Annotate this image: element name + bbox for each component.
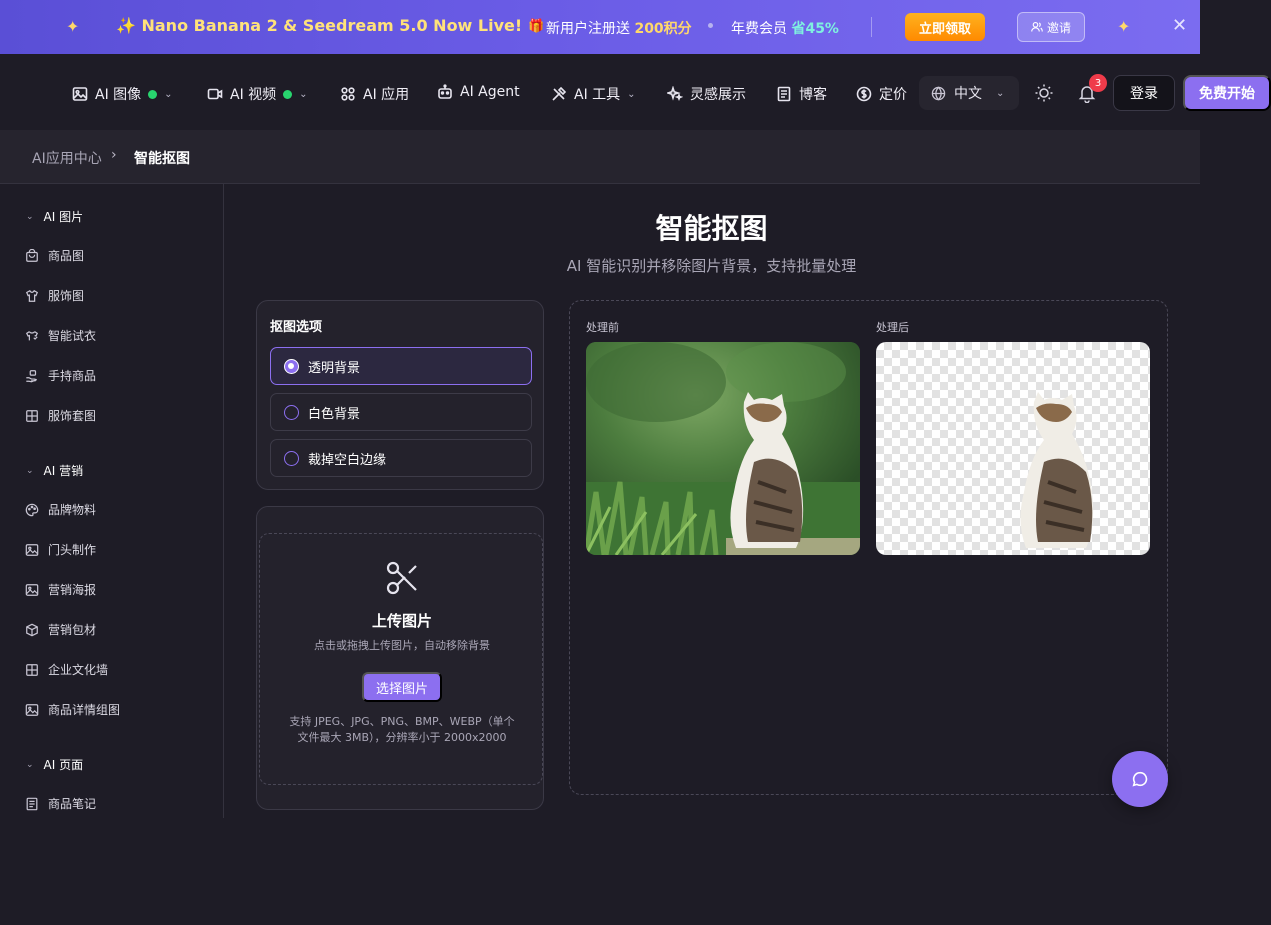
before-label: 处理前 bbox=[586, 321, 619, 334]
select-image-button[interactable]: 选择图片 bbox=[362, 672, 442, 702]
login-button[interactable]: 登录 bbox=[1113, 75, 1175, 111]
nav-item-ai-video[interactable]: AI 视频 ⌄ bbox=[207, 84, 308, 104]
nav-item-ai-apps[interactable]: AI 应用 bbox=[340, 84, 409, 104]
page-subtitle: AI 智能识别并移除图片背景，支持批量处理 bbox=[566, 257, 857, 275]
breadcrumb-parent[interactable]: AI应用中心 bbox=[32, 148, 102, 168]
chevron-down-icon: ⌄ bbox=[996, 87, 1005, 99]
grid-icon bbox=[26, 409, 38, 422]
dollar-icon bbox=[856, 86, 872, 102]
nav-item-ai-agent[interactable]: AI Agent bbox=[437, 84, 520, 100]
upload-dropzone[interactable]: 上传图片 点击或拖拽上传图片，自动移除背景 选择图片 支持 JPEG、JPG、P… bbox=[259, 533, 543, 785]
promo-title: ✨ Nano Banana 2 & Seedream 5.0 Now Live! bbox=[116, 16, 523, 35]
hand-icon bbox=[26, 369, 38, 382]
top-navigation: AI 图像 ⌄ AI 视频 ⌄ AI 应用 AI Agent AI 工具 ⌄ 灵… bbox=[0, 54, 1271, 130]
radio-unselected bbox=[284, 450, 299, 466]
sidebar: ⌄ AI 图片 商品图 服饰图 智能试衣 手持商品 服饰套图 ⌄ AI 营销 品… bbox=[0, 184, 224, 818]
document-icon bbox=[26, 797, 38, 810]
options-title: 抠图选项 bbox=[270, 320, 323, 335]
scissors-icon bbox=[386, 561, 417, 595]
apps-icon bbox=[341, 87, 355, 101]
sparkles-icon bbox=[667, 86, 683, 102]
sidebar-item-product-detail-set[interactable]: 商品详情组图 bbox=[25, 701, 120, 718]
tools-icon bbox=[552, 86, 567, 101]
box-icon bbox=[26, 623, 38, 636]
nav-item-inspiration[interactable]: 灵感展示 bbox=[667, 84, 746, 104]
image-icon bbox=[25, 543, 39, 556]
close-icon[interactable]: ✕ bbox=[1172, 15, 1187, 37]
breadcrumb-current: 智能抠图 bbox=[134, 151, 190, 167]
shirt-icon bbox=[25, 289, 39, 302]
online-dot bbox=[148, 89, 158, 99]
language-selector[interactable]: 中文 ⌄ bbox=[919, 76, 1019, 110]
chevron-down-icon: ⌄ bbox=[164, 88, 173, 100]
cutout-options-panel: 抠图选项 透明背景 白色背景 裁掉空白边缘 bbox=[256, 300, 544, 490]
image-icon bbox=[25, 703, 39, 716]
after-label: 处理后 bbox=[876, 321, 909, 334]
promo-gift-text: 新用户注册送 200积分 bbox=[546, 21, 692, 37]
claim-button[interactable]: 立即领取 bbox=[905, 13, 985, 41]
sparkle-icon: ✦ bbox=[1117, 17, 1131, 36]
promo-divider bbox=[871, 17, 872, 37]
free-start-button[interactable]: 免费开始 bbox=[1183, 75, 1271, 111]
chevron-down-icon: ⌄ bbox=[26, 759, 34, 770]
option-transparent-background[interactable]: 透明背景 bbox=[270, 347, 532, 385]
promo-separator-dot bbox=[708, 23, 713, 28]
after-image bbox=[876, 342, 1150, 555]
sidebar-item-virtual-tryon[interactable]: 智能试衣 bbox=[25, 327, 96, 344]
nav-item-pricing[interactable]: 定价 bbox=[856, 84, 907, 104]
before-image bbox=[586, 342, 860, 555]
chat-button[interactable] bbox=[1112, 751, 1168, 807]
video-icon bbox=[207, 88, 223, 100]
tryon-icon bbox=[25, 330, 39, 340]
sidebar-item-marketing-packaging[interactable]: 营销包材 bbox=[25, 621, 96, 638]
radio-unselected bbox=[284, 404, 299, 420]
page-title: 智能抠图 bbox=[655, 212, 768, 245]
upload-panel: 上传图片 点击或拖拽上传图片，自动移除背景 选择图片 支持 JPEG、JPG、P… bbox=[256, 506, 544, 810]
preview-area: 处理前 处理后 bbox=[569, 300, 1168, 795]
upload-subtitle: 点击或拖拽上传图片，自动移除背景 bbox=[314, 639, 490, 652]
sidebar-item-apparel-set[interactable]: 服饰套图 bbox=[25, 407, 96, 424]
cat-photo bbox=[586, 342, 860, 555]
chat-icon bbox=[1132, 771, 1148, 787]
notification-badge: 3 bbox=[1089, 74, 1107, 92]
user-icon bbox=[1031, 21, 1043, 32]
nav-item-blog[interactable]: 博客 bbox=[776, 84, 827, 104]
sidebar-item-marketing-poster[interactable]: 营销海报 bbox=[25, 581, 96, 598]
globe-icon bbox=[931, 85, 946, 101]
nav-item-ai-image[interactable]: AI 图像 ⌄ bbox=[72, 84, 173, 104]
chevron-right-icon: › bbox=[111, 147, 117, 163]
cat-cutout bbox=[1020, 392, 1094, 548]
sidebar-item-culture-wall[interactable]: 企业文化墙 bbox=[25, 661, 108, 678]
upload-format-note: 支持 JPEG、JPG、PNG、BMP、WEBP（单个文件最大 3MB），分辨率… bbox=[289, 715, 515, 744]
sidebar-group-ai-marketing[interactable]: ⌄ AI 营销 bbox=[26, 462, 83, 479]
upload-title: 上传图片 bbox=[371, 612, 432, 630]
option-white-background[interactable]: 白色背景 bbox=[270, 393, 532, 431]
nav-item-ai-tools[interactable]: AI 工具 ⌄ bbox=[551, 84, 636, 104]
gift-icon: 🎁 bbox=[528, 19, 545, 34]
sidebar-item-handheld-product[interactable]: 手持商品 bbox=[25, 367, 96, 384]
sidebar-item-brand-materials[interactable]: 品牌物料 bbox=[25, 501, 96, 518]
sparkle-icon: ✦ bbox=[66, 17, 80, 36]
chevron-down-icon: ⌄ bbox=[26, 465, 34, 476]
chevron-down-icon: ⌄ bbox=[299, 88, 308, 100]
option-trim-whitespace[interactable]: 裁掉空白边缘 bbox=[270, 439, 532, 477]
online-dot bbox=[283, 89, 293, 99]
sidebar-item-storefront-sign[interactable]: 门头制作 bbox=[25, 541, 96, 558]
grid-icon bbox=[26, 663, 38, 676]
breadcrumb: AI应用中心 › 智能抠图 bbox=[0, 130, 1200, 184]
promo-banner: ✦ ✨ Nano Banana 2 & Seedream 5.0 Now Liv… bbox=[0, 0, 1200, 54]
sun-icon[interactable] bbox=[1034, 83, 1054, 103]
image-icon bbox=[72, 87, 88, 101]
invite-button[interactable]: 邀请 bbox=[1017, 12, 1085, 42]
sidebar-item-product-notes[interactable]: 商品笔记 bbox=[25, 795, 96, 812]
chevron-down-icon: ⌄ bbox=[627, 88, 636, 100]
document-icon bbox=[777, 86, 791, 102]
sidebar-item-apparel-image[interactable]: 服饰图 bbox=[25, 287, 84, 304]
image-icon bbox=[25, 583, 39, 596]
promo-member-text: 年费会员 省45% bbox=[731, 21, 839, 37]
robot-icon bbox=[438, 84, 452, 99]
sidebar-group-ai-page[interactable]: ⌄ AI 页面 bbox=[26, 756, 83, 773]
radio-selected bbox=[284, 358, 299, 374]
palette-icon bbox=[25, 503, 39, 516]
